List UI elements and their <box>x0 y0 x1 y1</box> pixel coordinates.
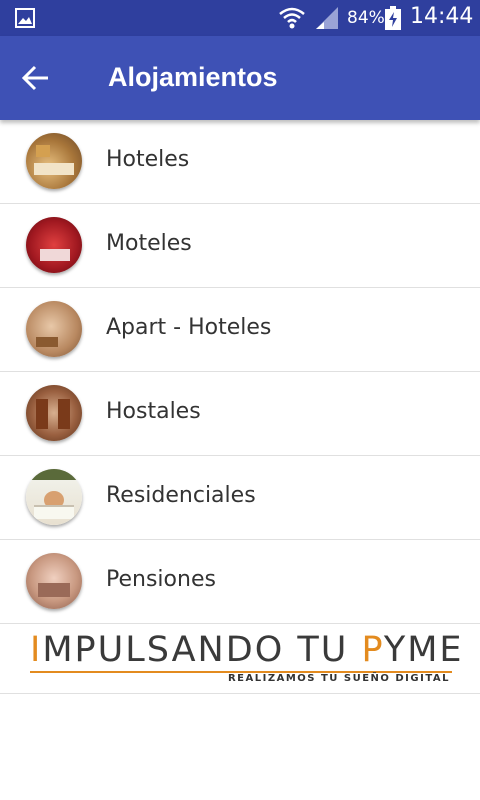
banner-brand: IMPULSANDO TU PYME <box>30 630 464 670</box>
hotel-thumbnail <box>26 133 82 189</box>
hostel-thumbnail <box>26 385 82 441</box>
list-item-hoteles[interactable]: Hoteles <box>0 120 480 204</box>
page-title: Alojamientos <box>108 62 278 92</box>
item-label: Apart - Hoteles <box>106 315 272 340</box>
pension-thumbnail <box>26 553 82 609</box>
app-bar: Alojamientos <box>0 36 480 120</box>
motel-thumbnail <box>26 217 82 273</box>
advertising-banner[interactable]: IMPULSANDO TU PYME REALIZAMOS TU SUEÑO D… <box>0 624 480 694</box>
signal-icon <box>316 7 338 29</box>
item-label: Moteles <box>106 231 192 256</box>
status-bar: 84% 14:44 <box>0 0 480 36</box>
item-label: Hostales <box>106 399 201 424</box>
apart-hotel-thumbnail <box>26 301 82 357</box>
clock: 14:44 <box>410 4 474 29</box>
battery-percentage: 84% <box>347 8 385 28</box>
item-label: Residenciales <box>106 483 256 508</box>
list-item-apart-hoteles[interactable]: Apart - Hoteles <box>0 288 480 372</box>
back-arrow-icon[interactable] <box>18 60 54 96</box>
list-item-residenciales[interactable]: Residenciales <box>0 456 480 540</box>
list-item-pensiones[interactable]: Pensiones <box>0 540 480 624</box>
list-item-moteles[interactable]: Moteles <box>0 204 480 288</box>
gallery-notification-icon <box>15 8 35 28</box>
item-label: Pensiones <box>106 567 216 592</box>
item-label: Hoteles <box>106 147 190 172</box>
list-item-hostales[interactable]: Hostales <box>0 372 480 456</box>
accommodation-list: Hoteles Moteles Apart - Hoteles Hostales… <box>0 120 480 624</box>
residential-thumbnail <box>26 469 82 525</box>
wifi-icon <box>279 7 305 29</box>
battery-charging-icon <box>385 6 401 30</box>
banner-tagline: REALIZAMOS TU SUEÑO DIGITAL <box>227 673 450 684</box>
